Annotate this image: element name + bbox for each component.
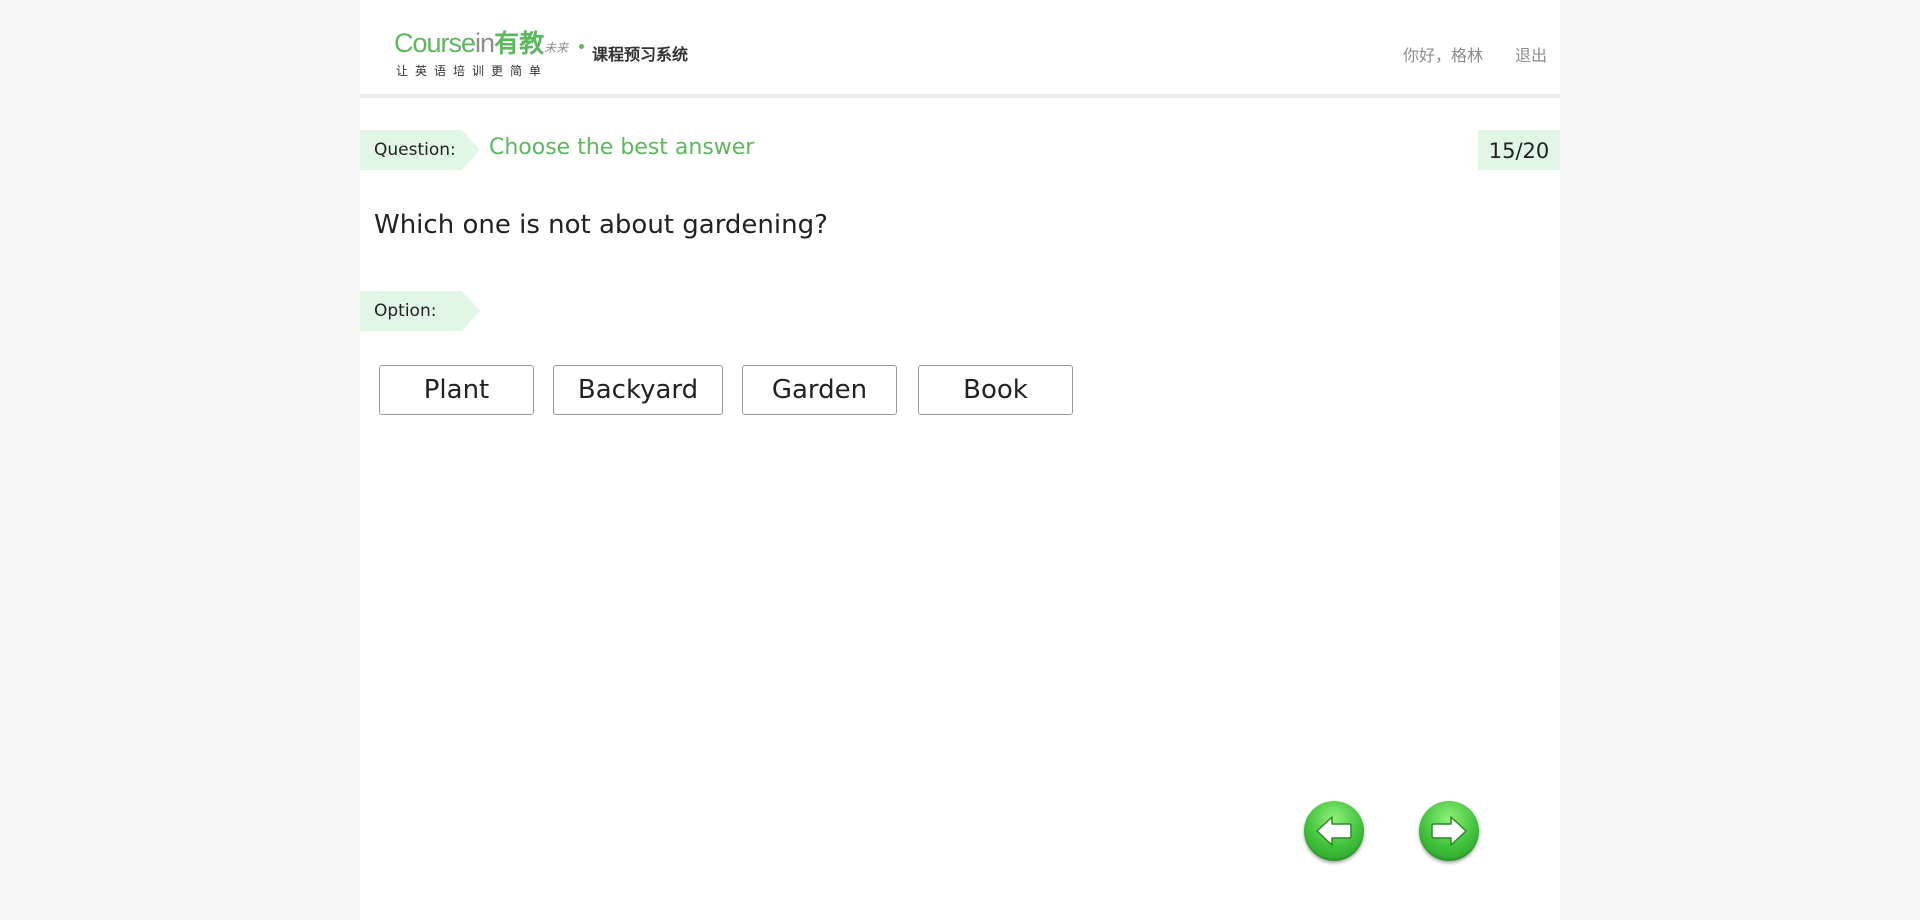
system-name: 课程预习系统 (592, 45, 689, 64)
logo-wordmark: Coursein有教未来 (394, 24, 568, 60)
option-button-book[interactable]: Book (918, 365, 1073, 415)
question-progress: 15/20 (1478, 130, 1560, 170)
option-button-backyard[interactable]: Backyard (553, 365, 723, 415)
brand-logo: Coursein有教未来 课程预习系统 让英语培训更简单 (394, 24, 754, 80)
arrow-right-icon (1431, 816, 1467, 846)
arrow-left-icon (1316, 816, 1352, 846)
brand-slogan: 让英语培训更简单 (396, 64, 549, 78)
question-text: Which one is not about gardening? (374, 210, 828, 240)
option-tag: Option: (360, 291, 480, 331)
logo-course-text: Course (394, 28, 476, 58)
question-instruction: Choose the best answer (489, 135, 755, 160)
logo-chinese-name: 有教 (494, 29, 545, 58)
previous-button[interactable] (1304, 801, 1364, 861)
option-button-plant[interactable]: Plant (379, 365, 534, 415)
option-button-garden[interactable]: Garden (742, 365, 897, 415)
question-tag: Question: (360, 130, 480, 170)
logo-small-text: 未来 (544, 41, 569, 55)
logout-link[interactable]: 退出 (1515, 42, 1547, 66)
user-greeting: 你好，格林 (1402, 46, 1483, 65)
page-container: Coursein有教未来 课程预习系统 让英语培训更简单 你好，格林 退出 Qu… (360, 0, 1560, 920)
header: Coursein有教未来 课程预习系统 让英语培训更简单 你好，格林 退出 (360, 0, 1560, 98)
logo-in-text: in (475, 28, 495, 58)
next-button[interactable] (1419, 801, 1479, 861)
logo-dot (579, 44, 584, 49)
